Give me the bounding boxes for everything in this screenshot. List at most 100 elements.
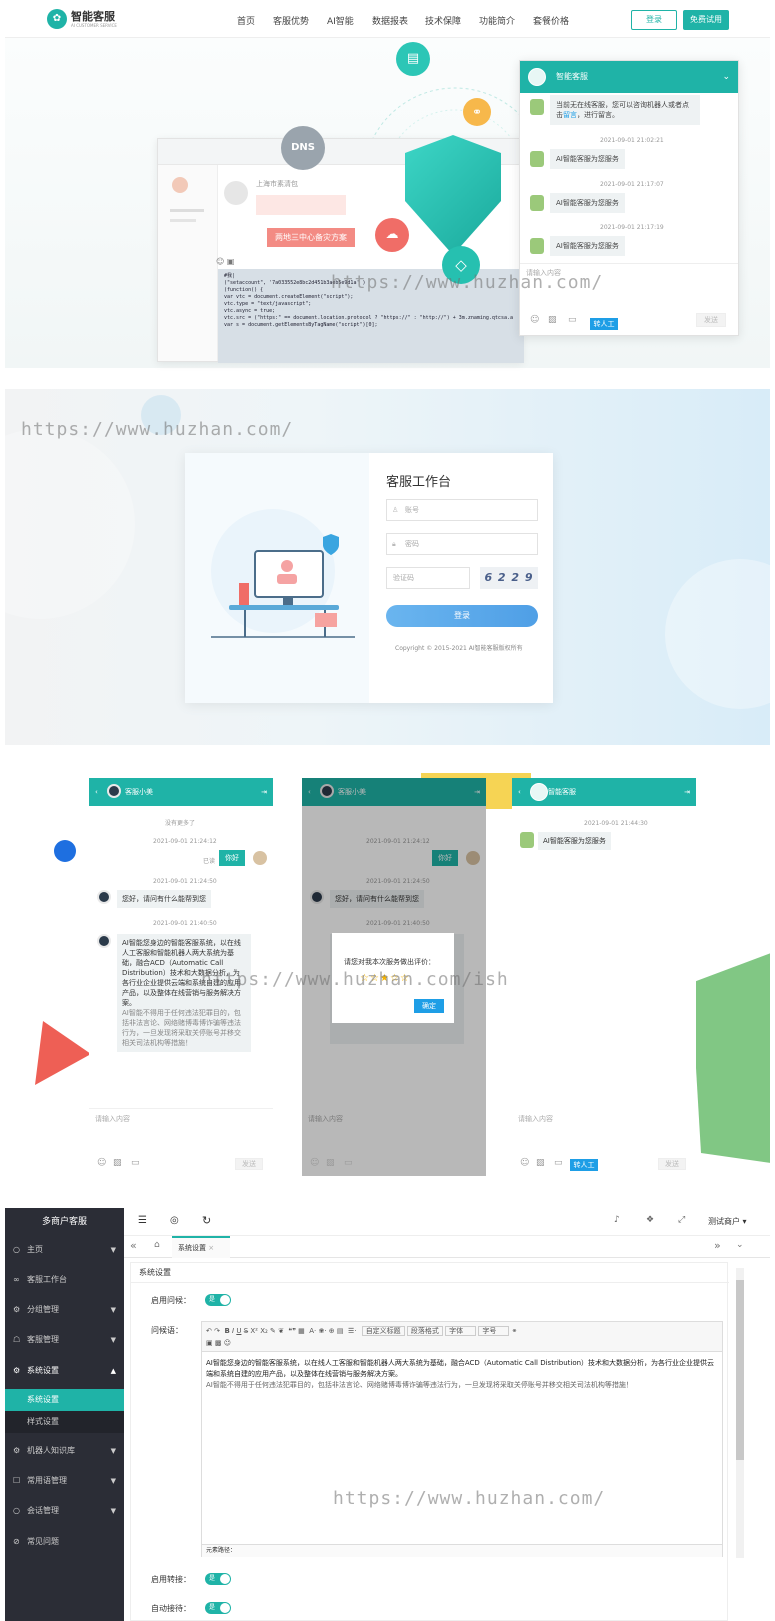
collapse-chevron-icon[interactable]: ⌄: [722, 61, 730, 93]
sidebar-item-sessions[interactable]: ○ 会话管理 ▼: [5, 1499, 124, 1523]
underline-icon[interactable]: U: [236, 1327, 241, 1335]
nav-pricing[interactable]: 套餐价格: [533, 14, 569, 27]
exit-icon[interactable]: ⇥: [684, 778, 690, 806]
auto-reception-toggle[interactable]: 是: [205, 1602, 231, 1614]
login-submit-button[interactable]: 登录: [386, 605, 538, 627]
image-icon[interactable]: ▨: [536, 1158, 545, 1168]
transfer-human-button[interactable]: 转人工: [590, 318, 618, 330]
send-button[interactable]: 发送: [235, 1158, 263, 1170]
scrollbar[interactable]: [736, 1268, 744, 1558]
user-avatar: [253, 851, 267, 865]
emoji-icon[interactable]: ☺: [310, 1158, 319, 1168]
image-icon[interactable]: ▨: [548, 315, 557, 325]
image-icon[interactable]: ▨: [113, 1158, 122, 1168]
font-select[interactable]: 字体: [445, 1326, 477, 1336]
bell-icon[interactable]: ♪: [614, 1215, 620, 1225]
chat-icon: ○: [13, 1506, 20, 1515]
transfer-toggle[interactable]: 是: [205, 1573, 231, 1585]
leave-message-link[interactable]: 留言: [563, 111, 577, 119]
exit-icon[interactable]: ⇥: [261, 778, 267, 806]
link-icon[interactable]: ⚭: [512, 1327, 518, 1335]
home-icon: ○: [13, 1245, 20, 1254]
chat-input[interactable]: 请输入内容: [95, 1114, 130, 1124]
emoji-icon[interactable]: ☺: [97, 1158, 106, 1168]
sidebar-subitem-system[interactable]: 系统设置: [5, 1389, 124, 1411]
sidebar-item-faq[interactable]: ⊘ 常见问题: [5, 1530, 124, 1554]
sidebar-item-settings[interactable]: ⚙ 系统设置 ▲: [5, 1359, 124, 1383]
chevron-down-icon: ▼: [110, 1447, 116, 1455]
folder-icon[interactable]: ▭: [554, 1158, 563, 1168]
home-tab-icon[interactable]: ⌂: [154, 1240, 160, 1250]
target-icon[interactable]: ◎: [170, 1215, 179, 1226]
nav-tech[interactable]: 技术保障: [425, 14, 461, 27]
tab-scroll-left-icon[interactable]: «: [130, 1239, 137, 1252]
sidebar-item-groups[interactable]: ⚙ 分组管理 ▼: [5, 1298, 124, 1322]
emoji-icon[interactable]: ☺: [224, 1339, 231, 1347]
heading-select[interactable]: 自定义标题: [361, 1326, 405, 1336]
folder-icon[interactable]: ▭: [344, 1158, 353, 1168]
captcha-image[interactable]: 6 2 2 9: [480, 567, 538, 589]
captcha-input[interactable]: 验证码: [386, 567, 470, 589]
robot-icon: [530, 151, 544, 167]
nav-advantage[interactable]: 客服优势: [273, 14, 309, 27]
emoji-icon[interactable]: ☺: [530, 315, 539, 325]
back-icon[interactable]: ‹: [518, 778, 521, 806]
sidebar-item-workbench[interactable]: ∞ 客服工作台: [5, 1268, 124, 1292]
sidebar-item-phrases[interactable]: ☐ 常用语管理 ▼: [5, 1469, 124, 1493]
folder-icon[interactable]: ▭: [568, 315, 577, 325]
transfer-human-button[interactable]: 转人工: [570, 1159, 598, 1171]
site-logo[interactable]: ✿ 智能客服 AI CUSTOMER SERVICE: [47, 9, 117, 29]
fullscreen-icon[interactable]: ⤢: [678, 1215, 685, 1225]
greeting-toggle[interactable]: 是: [205, 1294, 231, 1306]
account-input[interactable]: ♙ 账号: [386, 499, 538, 521]
refresh-icon[interactable]: ↻: [202, 1214, 211, 1227]
server-icon: ▤: [396, 42, 430, 76]
menu-toggle-icon[interactable]: ☰: [138, 1215, 147, 1226]
login-button[interactable]: 登录: [631, 10, 677, 30]
robot-icon: [520, 832, 534, 848]
send-button[interactable]: 发送: [696, 313, 726, 327]
emoji-icon[interactable]: ☺: [520, 1158, 529, 1168]
user-menu[interactable]: 测试商户 ▾: [708, 1216, 747, 1227]
close-icon[interactable]: ×: [208, 1244, 214, 1252]
strike-icon[interactable]: S̶: [244, 1327, 248, 1335]
size-select[interactable]: 字号: [478, 1326, 510, 1336]
nav-home[interactable]: 首页: [237, 14, 255, 27]
tab-system-settings[interactable]: 系统设置 ×: [172, 1236, 230, 1258]
element-path: 元素路径：: [202, 1544, 722, 1557]
editor-content[interactable]: AI智能您身边的智能客服系统，以在线人工客服和智能机器人两大系统为基础，融合AC…: [206, 1358, 718, 1391]
chevron-up-icon: ▲: [110, 1367, 116, 1375]
confirm-button[interactable]: 确定: [414, 999, 444, 1013]
redo-icon[interactable]: ↷: [214, 1327, 220, 1335]
password-input[interactable]: 🔒︎ 密码: [386, 533, 538, 555]
image-icon[interactable]: ▨: [326, 1158, 335, 1168]
paragraph-select[interactable]: 段落格式: [406, 1326, 443, 1336]
theme-icon[interactable]: ❖: [646, 1215, 654, 1225]
top-navigation: ✿ 智能客服 AI CUSTOMER SERVICE 首页 客服优势 AI智能 …: [5, 0, 770, 38]
sidebar-item-agents[interactable]: ☖ 客服管理 ▼: [5, 1328, 124, 1352]
nav-ai[interactable]: AI智能: [327, 14, 354, 27]
tab-scroll-right-icon[interactable]: »: [714, 1239, 721, 1252]
nav-features[interactable]: 功能简介: [479, 14, 515, 27]
send-button[interactable]: 发送: [658, 1158, 686, 1170]
login-card: 客服工作台 ♙ 账号 🔒︎ 密码 验证码 6 2 2 9 登录 Copyrigh…: [185, 453, 553, 703]
sidebar-subitem-style[interactable]: 样式设置: [5, 1411, 124, 1433]
bot-chat-phone: ‹ 智能客服 ⇥ 2021-09-01 21:44:30 AI智能客服为您服务 …: [512, 778, 696, 1176]
read-status: 已读: [203, 858, 216, 865]
italic-icon[interactable]: I: [232, 1327, 234, 1335]
gear-icon: ⚙: [13, 1305, 21, 1314]
image-icon[interactable]: ▣ ▩: [206, 1339, 221, 1347]
nav-reports[interactable]: 数据报表: [372, 14, 408, 27]
emoji-icon[interactable]: ☺ ▣: [216, 257, 234, 266]
folder-icon[interactable]: ▭: [131, 1158, 140, 1168]
bold-icon[interactable]: B: [224, 1327, 229, 1335]
chevron-down-icon[interactable]: ⌄: [736, 1240, 744, 1250]
free-trial-button[interactable]: 免费试用: [683, 10, 729, 30]
sidebar-item-knowledge[interactable]: ⚙ 机器人知识库 ▼: [5, 1439, 124, 1463]
chat-header: ‹ 智能客服 ⇥: [512, 778, 696, 806]
undo-icon[interactable]: ↶: [206, 1327, 212, 1335]
watermark: https://www.huzhan.com/: [331, 272, 604, 293]
back-icon[interactable]: ‹: [95, 778, 98, 806]
sidebar-item-home[interactable]: ○ 主页 ▼: [5, 1238, 124, 1262]
chat-input[interactable]: 请输入内容: [518, 1114, 553, 1124]
